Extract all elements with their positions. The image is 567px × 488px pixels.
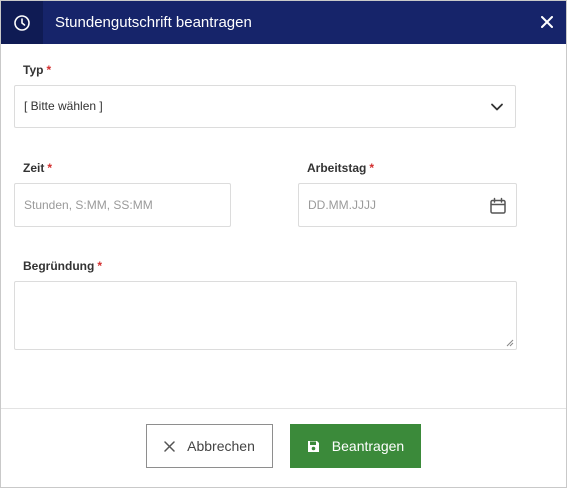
calendar-icon[interactable] xyxy=(489,197,507,215)
type-label-text: Typ xyxy=(23,63,44,77)
dialog-header: Stundengutschrift beantragen xyxy=(1,1,566,44)
dialog-footer: Abbrechen Beantragen xyxy=(1,408,566,487)
cancel-button-label: Abbrechen xyxy=(187,438,255,454)
required-marker: * xyxy=(369,161,375,175)
reason-label-text: Begründung xyxy=(23,259,95,273)
required-marker: * xyxy=(46,63,52,77)
reason-textarea[interactable] xyxy=(14,281,517,350)
time-input[interactable]: Stunden, S:MM, SS:MM xyxy=(14,183,231,227)
time-label-text: Zeit xyxy=(23,161,45,175)
close-button[interactable] xyxy=(534,9,560,35)
close-icon xyxy=(541,16,553,28)
x-icon xyxy=(164,440,175,452)
type-select-value: [ Bitte wählen ] xyxy=(24,99,103,113)
workday-date-input[interactable]: DD.MM.JJJJ xyxy=(298,183,517,227)
reason-label: Begründung * xyxy=(23,259,102,273)
submit-button-label: Beantragen xyxy=(331,438,405,454)
time-label: Zeit * xyxy=(23,161,52,175)
required-marker: * xyxy=(47,161,53,175)
workday-input-placeholder: DD.MM.JJJJ xyxy=(308,198,376,212)
resize-grip-icon[interactable] xyxy=(506,339,514,347)
time-input-placeholder: Stunden, S:MM, SS:MM xyxy=(24,198,153,212)
workday-label: Arbeitstag * xyxy=(307,161,374,175)
hour-credit-dialog: Stundengutschrift beantragen Typ * [ Bitt… xyxy=(0,0,567,488)
type-select[interactable]: [ Bitte wählen ] xyxy=(14,85,516,128)
chevron-down-icon xyxy=(491,103,503,111)
save-icon xyxy=(307,440,320,453)
type-label: Typ * xyxy=(23,63,51,77)
required-marker: * xyxy=(97,259,102,273)
cancel-button[interactable]: Abbrechen xyxy=(146,424,273,468)
workday-label-text: Arbeitstag xyxy=(307,161,367,175)
clock-icon xyxy=(1,1,43,44)
submit-button[interactable]: Beantragen xyxy=(290,424,421,468)
dialog-title: Stundengutschrift beantragen xyxy=(55,14,252,31)
